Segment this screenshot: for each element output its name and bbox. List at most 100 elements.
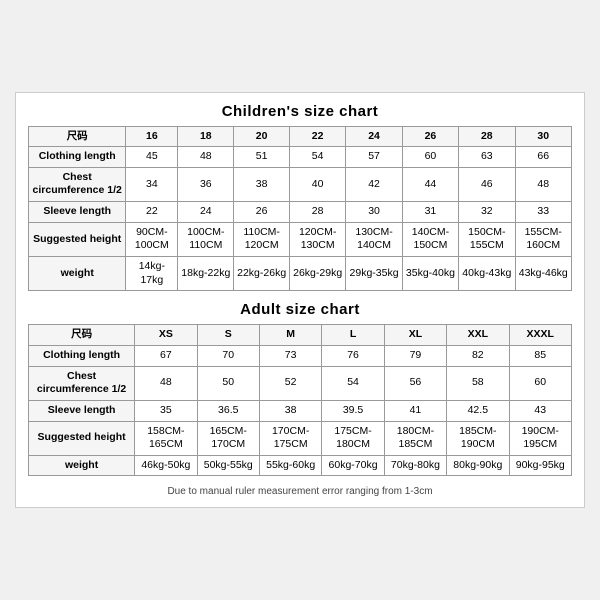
- table-row: Clothing length67707376798285: [29, 345, 572, 366]
- table-row: Chest circumference 1/23436384042444648: [29, 167, 572, 201]
- table-row: Sleeve length2224262830313233: [29, 202, 572, 223]
- row-label: Suggested height: [29, 421, 135, 455]
- table-row: Clothing length4548515457606366: [29, 147, 572, 168]
- cell-value: 120CM-130CM: [289, 222, 345, 256]
- cell-value: 28: [289, 202, 345, 223]
- cell-value: 60kg-70kg: [322, 455, 384, 476]
- column-header: 16: [126, 126, 178, 147]
- cell-value: 158CM-165CM: [135, 421, 197, 455]
- cell-value: 38: [259, 400, 321, 421]
- cell-value: 36: [178, 167, 234, 201]
- cell-value: 165CM-170CM: [197, 421, 259, 455]
- children-chart-title: Children's size chart: [28, 103, 572, 120]
- cell-value: 24: [178, 202, 234, 223]
- cell-value: 170CM-175CM: [259, 421, 321, 455]
- row-label: Clothing length: [29, 147, 126, 168]
- column-header: 18: [178, 126, 234, 147]
- cell-value: 40: [289, 167, 345, 201]
- cell-value: 33: [515, 202, 571, 223]
- cell-value: 22: [126, 202, 178, 223]
- column-header: 尺码: [29, 325, 135, 346]
- cell-value: 35kg-40kg: [402, 257, 458, 291]
- table-row: weight46kg-50kg50kg-55kg55kg-60kg60kg-70…: [29, 455, 572, 476]
- column-header: XXL: [447, 325, 509, 346]
- cell-value: 100CM-110CM: [178, 222, 234, 256]
- column-header: S: [197, 325, 259, 346]
- cell-value: 41: [384, 400, 446, 421]
- cell-value: 54: [322, 366, 384, 400]
- cell-value: 63: [459, 147, 515, 168]
- cell-value: 55kg-60kg: [259, 455, 321, 476]
- cell-value: 66: [515, 147, 571, 168]
- cell-value: 150CM-155CM: [459, 222, 515, 256]
- cell-value: 90CM-100CM: [126, 222, 178, 256]
- cell-value: 14kg-17kg: [126, 257, 178, 291]
- cell-value: 30: [346, 202, 402, 223]
- cell-value: 35: [135, 400, 197, 421]
- table-row: weight14kg-17kg18kg-22kg22kg-26kg26kg-29…: [29, 257, 572, 291]
- cell-value: 34: [126, 167, 178, 201]
- cell-value: 67: [135, 345, 197, 366]
- column-header: 24: [346, 126, 402, 147]
- cell-value: 73: [259, 345, 321, 366]
- cell-value: 29kg-35kg: [346, 257, 402, 291]
- cell-value: 76: [322, 345, 384, 366]
- cell-value: 48: [178, 147, 234, 168]
- cell-value: 51: [234, 147, 290, 168]
- cell-value: 22kg-26kg: [234, 257, 290, 291]
- cell-value: 58: [447, 366, 509, 400]
- column-header: XL: [384, 325, 446, 346]
- cell-value: 130CM-140CM: [346, 222, 402, 256]
- cell-value: 110CM-120CM: [234, 222, 290, 256]
- cell-value: 32: [459, 202, 515, 223]
- cell-value: 38: [234, 167, 290, 201]
- cell-value: 180CM-185CM: [384, 421, 446, 455]
- cell-value: 140CM-150CM: [402, 222, 458, 256]
- cell-value: 42: [346, 167, 402, 201]
- cell-value: 36.5: [197, 400, 259, 421]
- cell-value: 57: [346, 147, 402, 168]
- cell-value: 90kg-95kg: [509, 455, 571, 476]
- cell-value: 48: [515, 167, 571, 201]
- cell-value: 43kg-46kg: [515, 257, 571, 291]
- row-label: Clothing length: [29, 345, 135, 366]
- cell-value: 175CM-180CM: [322, 421, 384, 455]
- column-header: L: [322, 325, 384, 346]
- row-label: Chest circumference 1/2: [29, 167, 126, 201]
- cell-value: 60: [509, 366, 571, 400]
- row-label: Sleeve length: [29, 202, 126, 223]
- cell-value: 31: [402, 202, 458, 223]
- cell-value: 26: [234, 202, 290, 223]
- cell-value: 18kg-22kg: [178, 257, 234, 291]
- cell-value: 60: [402, 147, 458, 168]
- column-header: 30: [515, 126, 571, 147]
- column-header: M: [259, 325, 321, 346]
- table-row: Suggested height158CM-165CM165CM-170CM17…: [29, 421, 572, 455]
- column-header: XXXL: [509, 325, 571, 346]
- cell-value: 26kg-29kg: [289, 257, 345, 291]
- table-row: Suggested height90CM-100CM100CM-110CM110…: [29, 222, 572, 256]
- cell-value: 80kg-90kg: [447, 455, 509, 476]
- row-label: weight: [29, 257, 126, 291]
- cell-value: 50kg-55kg: [197, 455, 259, 476]
- cell-value: 155CM-160CM: [515, 222, 571, 256]
- cell-value: 44: [402, 167, 458, 201]
- cell-value: 42.5: [447, 400, 509, 421]
- children-size-table: 尺码1618202224262830 Clothing length454851…: [28, 126, 572, 292]
- cell-value: 45: [126, 147, 178, 168]
- cell-value: 56: [384, 366, 446, 400]
- column-header: XS: [135, 325, 197, 346]
- cell-value: 190CM-195CM: [509, 421, 571, 455]
- table-row: Chest circumference 1/248505254565860: [29, 366, 572, 400]
- row-label: Sleeve length: [29, 400, 135, 421]
- cell-value: 40kg-43kg: [459, 257, 515, 291]
- cell-value: 70kg-80kg: [384, 455, 446, 476]
- cell-value: 79: [384, 345, 446, 366]
- size-chart-card: Children's size chart 尺码1618202224262830…: [15, 92, 585, 509]
- column-header: 28: [459, 126, 515, 147]
- cell-value: 85: [509, 345, 571, 366]
- cell-value: 43: [509, 400, 571, 421]
- adult-size-table: 尺码XSSMLXLXXLXXXL Clothing length67707376…: [28, 324, 572, 476]
- cell-value: 82: [447, 345, 509, 366]
- cell-value: 52: [259, 366, 321, 400]
